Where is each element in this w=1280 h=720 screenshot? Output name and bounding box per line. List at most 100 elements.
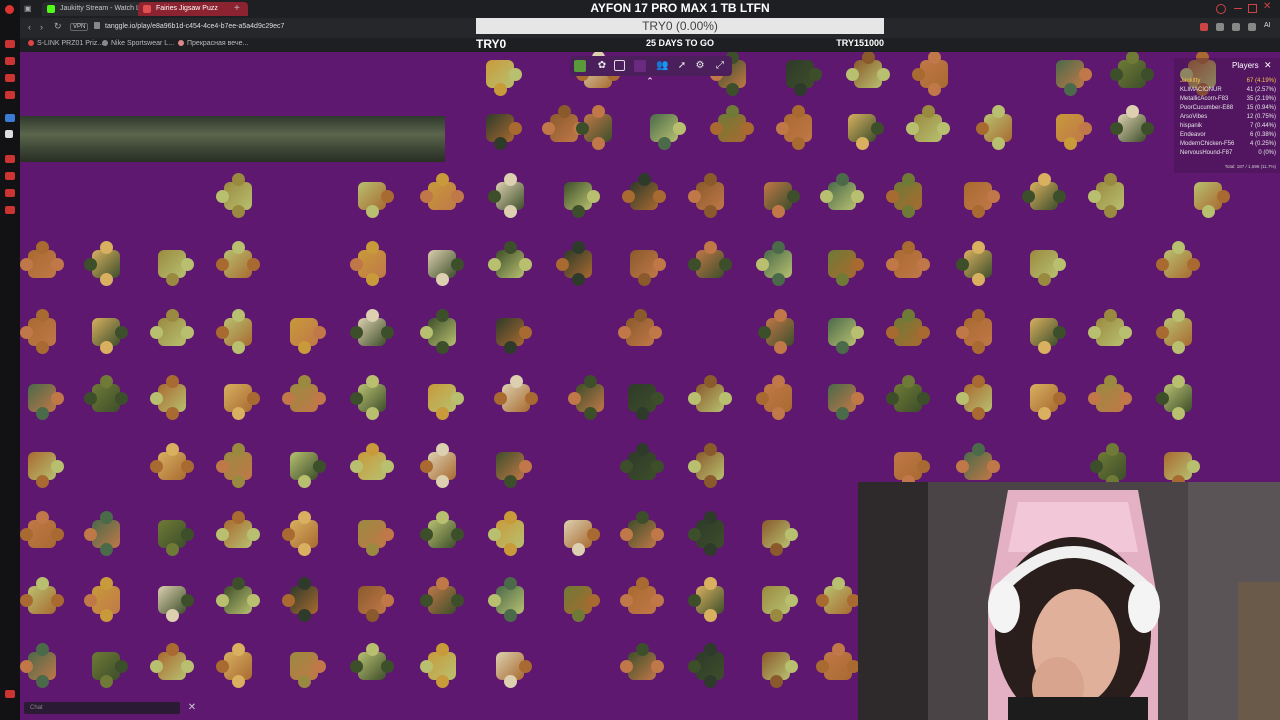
rail-app-icon[interactable]	[5, 155, 15, 163]
puzzle-piece[interactable]	[820, 242, 864, 286]
puzzle-piece[interactable]	[350, 375, 394, 420]
puzzle-piece[interactable]	[420, 511, 464, 556]
puzzle-piece[interactable]	[688, 643, 732, 688]
puzzle-piece[interactable]	[350, 512, 394, 556]
puzzle-piece[interactable]	[1022, 310, 1066, 354]
x-icon[interactable]	[5, 130, 13, 138]
puzzle-piece[interactable]	[620, 643, 664, 688]
puzzle-piece[interactable]	[282, 644, 326, 688]
puzzle-piece[interactable]	[150, 309, 194, 354]
rail-app-icon[interactable]	[5, 40, 15, 48]
puzzle-piece[interactable]	[478, 52, 522, 96]
puzzle-piece[interactable]	[350, 443, 394, 488]
messenger-icon[interactable]	[5, 114, 15, 122]
puzzle-piece[interactable]	[976, 105, 1020, 150]
puzzle-piece[interactable]	[488, 310, 532, 354]
puzzle-piece[interactable]	[620, 511, 664, 556]
puzzle-piece[interactable]	[420, 309, 464, 354]
puzzle-piece[interactable]	[84, 241, 128, 286]
puzzle-piece[interactable]	[754, 644, 798, 688]
new-tab-button[interactable]: +	[234, 3, 240, 14]
background-color-icon[interactable]	[634, 60, 646, 72]
lock-icon[interactable]	[94, 22, 100, 29]
puzzle-piece[interactable]	[350, 578, 394, 622]
puzzle-piece[interactable]	[494, 375, 538, 420]
puzzle-piece[interactable]	[688, 241, 732, 286]
puzzle-piece[interactable]	[1048, 52, 1092, 96]
puzzle-piece[interactable]	[556, 512, 600, 556]
puzzle-piece[interactable]	[912, 52, 956, 96]
search-tabs-icon[interactable]	[1216, 4, 1226, 14]
rail-app-icon[interactable]	[5, 172, 15, 180]
rail-app-icon[interactable]	[5, 57, 15, 65]
puzzle-piece[interactable]	[710, 105, 754, 150]
puzzle-piece[interactable]	[756, 241, 800, 286]
puzzle-piece[interactable]	[478, 106, 522, 150]
puzzle-piece[interactable]	[84, 310, 128, 354]
rail-more-icon[interactable]	[5, 690, 15, 698]
puzzle-piece[interactable]	[282, 310, 326, 354]
puzzle-piece[interactable]	[216, 376, 260, 420]
puzzle-piece[interactable]	[620, 577, 664, 622]
puzzle-piece[interactable]	[816, 643, 860, 688]
puzzle-piece[interactable]	[1088, 375, 1132, 420]
puzzle-piece[interactable]	[820, 376, 864, 420]
close-icon[interactable]: ✕	[1264, 60, 1272, 71]
puzzle-preview-icon[interactable]	[574, 60, 586, 72]
puzzle-piece[interactable]	[688, 577, 732, 622]
snapshot-icon[interactable]	[1248, 23, 1256, 31]
puzzle-piece[interactable]	[886, 375, 930, 420]
puzzle-piece[interactable]	[820, 173, 864, 218]
puzzle-piece[interactable]	[620, 443, 664, 488]
puzzle-piece[interactable]	[216, 443, 260, 488]
url-field[interactable]: tanggle.io/play/e8a96b1d-c454-4ce4-b7ee-…	[105, 23, 284, 30]
puzzle-piece[interactable]	[488, 241, 532, 286]
puzzle-piece[interactable]	[1156, 375, 1200, 420]
puzzle-piece[interactable]	[622, 173, 666, 218]
chevron-up-icon[interactable]: ⌃	[644, 76, 656, 86]
puzzle-piece[interactable]	[1022, 173, 1066, 218]
image-icon[interactable]	[614, 60, 625, 71]
puzzle-piece[interactable]	[556, 174, 600, 218]
puzzle-piece[interactable]	[1088, 309, 1132, 354]
puzzle-piece[interactable]	[776, 105, 820, 150]
puzzle-piece[interactable]	[488, 644, 532, 688]
puzzle-piece[interactable]	[568, 375, 612, 420]
minimize-icon[interactable]	[1234, 8, 1242, 9]
puzzle-piece[interactable]	[420, 376, 464, 420]
bookmark-item[interactable]: Прекрасная вече...	[178, 40, 248, 47]
puzzle-piece[interactable]	[150, 443, 194, 488]
puzzle-piece[interactable]	[886, 173, 930, 218]
puzzle-piece[interactable]	[84, 511, 128, 556]
puzzle-piece[interactable]	[906, 105, 950, 150]
puzzle-piece[interactable]	[886, 309, 930, 354]
puzzle-piece[interactable]	[886, 241, 930, 286]
fullscreen-icon[interactable]: ⤢	[714, 60, 726, 72]
puzzle-piece[interactable]	[350, 643, 394, 688]
puzzle-piece[interactable]	[282, 444, 326, 488]
puzzle-piece[interactable]	[150, 643, 194, 688]
opera-logo-icon[interactable]	[5, 5, 14, 14]
bookmark-item[interactable]: S-LINK PRZ01 Priz...	[28, 40, 103, 47]
puzzle-piece[interactable]	[350, 241, 394, 286]
puzzle-piece[interactable]	[150, 375, 194, 420]
puzzle-piece[interactable]	[576, 105, 620, 150]
puzzle-piece[interactable]	[688, 173, 732, 218]
puzzle-piece[interactable]	[84, 577, 128, 622]
share-icon[interactable]: ➚	[676, 60, 688, 72]
puzzle-piece[interactable]	[758, 309, 802, 354]
puzzle-piece[interactable]	[216, 173, 260, 218]
puzzle-piece[interactable]	[20, 643, 64, 688]
puzzle-piece[interactable]	[420, 173, 464, 218]
puzzle-piece[interactable]	[956, 375, 1000, 420]
puzzle-piece[interactable]	[216, 241, 260, 286]
puzzle-piece[interactable]	[20, 577, 64, 622]
puzzle-piece[interactable]	[282, 577, 326, 622]
puzzle-piece[interactable]	[420, 443, 464, 488]
puzzle-piece[interactable]	[488, 173, 532, 218]
puzzle-piece[interactable]	[150, 242, 194, 286]
puzzle-piece[interactable]	[216, 511, 260, 556]
puzzle-piece[interactable]	[20, 376, 64, 420]
puzzle-piece[interactable]	[420, 577, 464, 622]
puzzle-piece[interactable]	[618, 309, 662, 354]
